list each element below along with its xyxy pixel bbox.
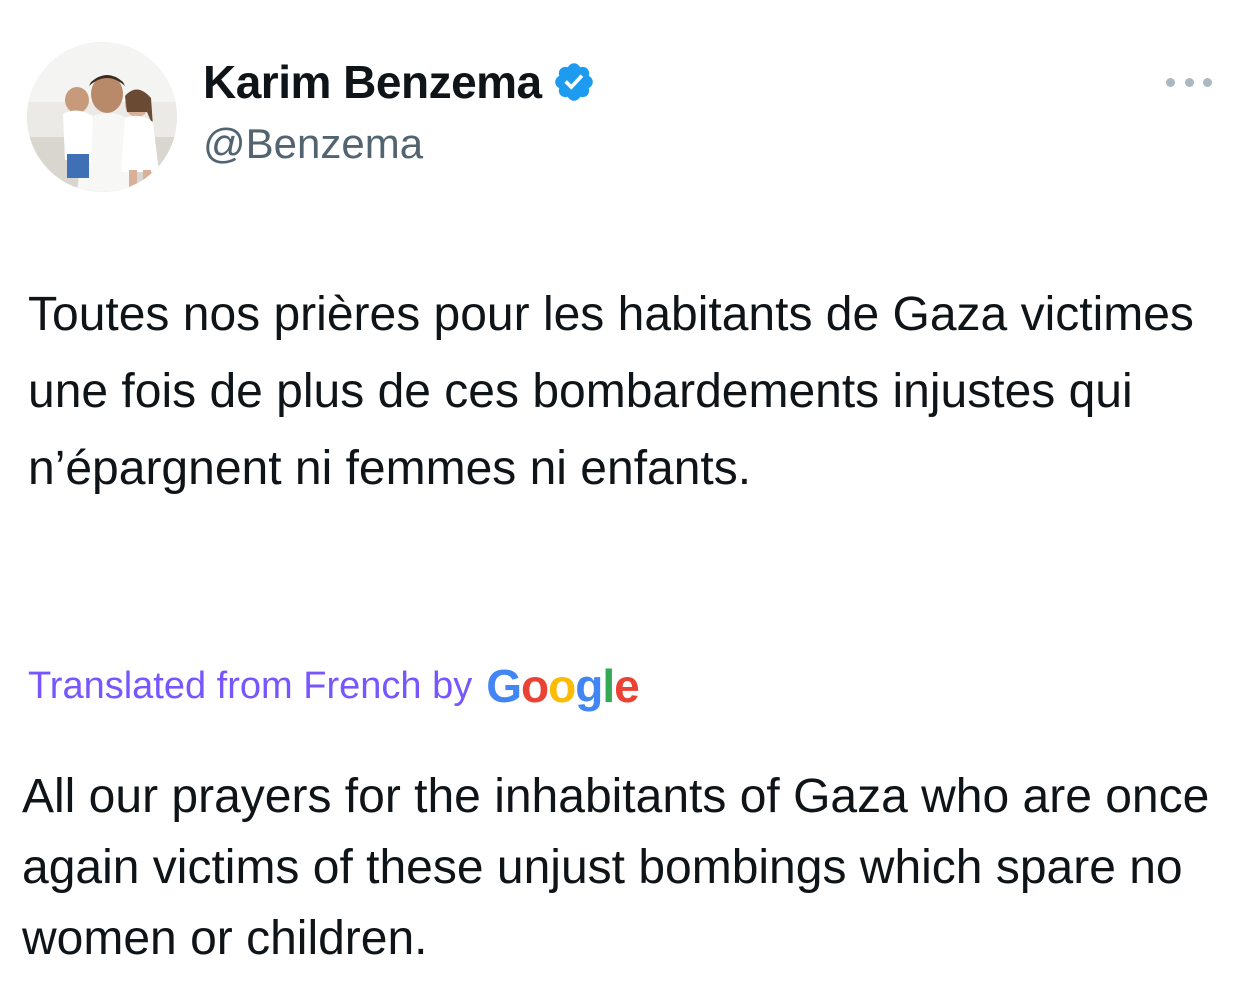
more-dot	[1166, 77, 1175, 87]
author-name-row: Karim Benzema	[203, 56, 596, 108]
google-logo[interactable]: Google	[486, 659, 640, 713]
google-letter: o	[520, 660, 549, 712]
profile-photo	[27, 42, 177, 192]
more-dot	[1203, 77, 1212, 87]
more-options-icon[interactable]	[1166, 70, 1212, 94]
avatar[interactable]	[27, 42, 177, 192]
google-letter: g	[575, 660, 603, 712]
tweet-text: Toutes nos prières pour les habitants de…	[28, 288, 1194, 495]
google-letter: l	[602, 660, 615, 712]
translation-label[interactable]: Translated from French by	[28, 665, 472, 708]
translated-text: All our prayers for the inhabitants of G…	[22, 770, 1210, 965]
author-handle[interactable]: @Benzema	[203, 120, 423, 168]
more-dot	[1184, 77, 1194, 87]
author-display-name[interactable]: Karim Benzema	[203, 55, 542, 109]
google-letter: G	[486, 660, 522, 712]
verified-badge-icon	[554, 63, 593, 101]
google-letter: o	[548, 660, 576, 712]
google-letter: e	[614, 660, 640, 712]
translation-attribution: Translated from French by Google	[28, 654, 640, 718]
